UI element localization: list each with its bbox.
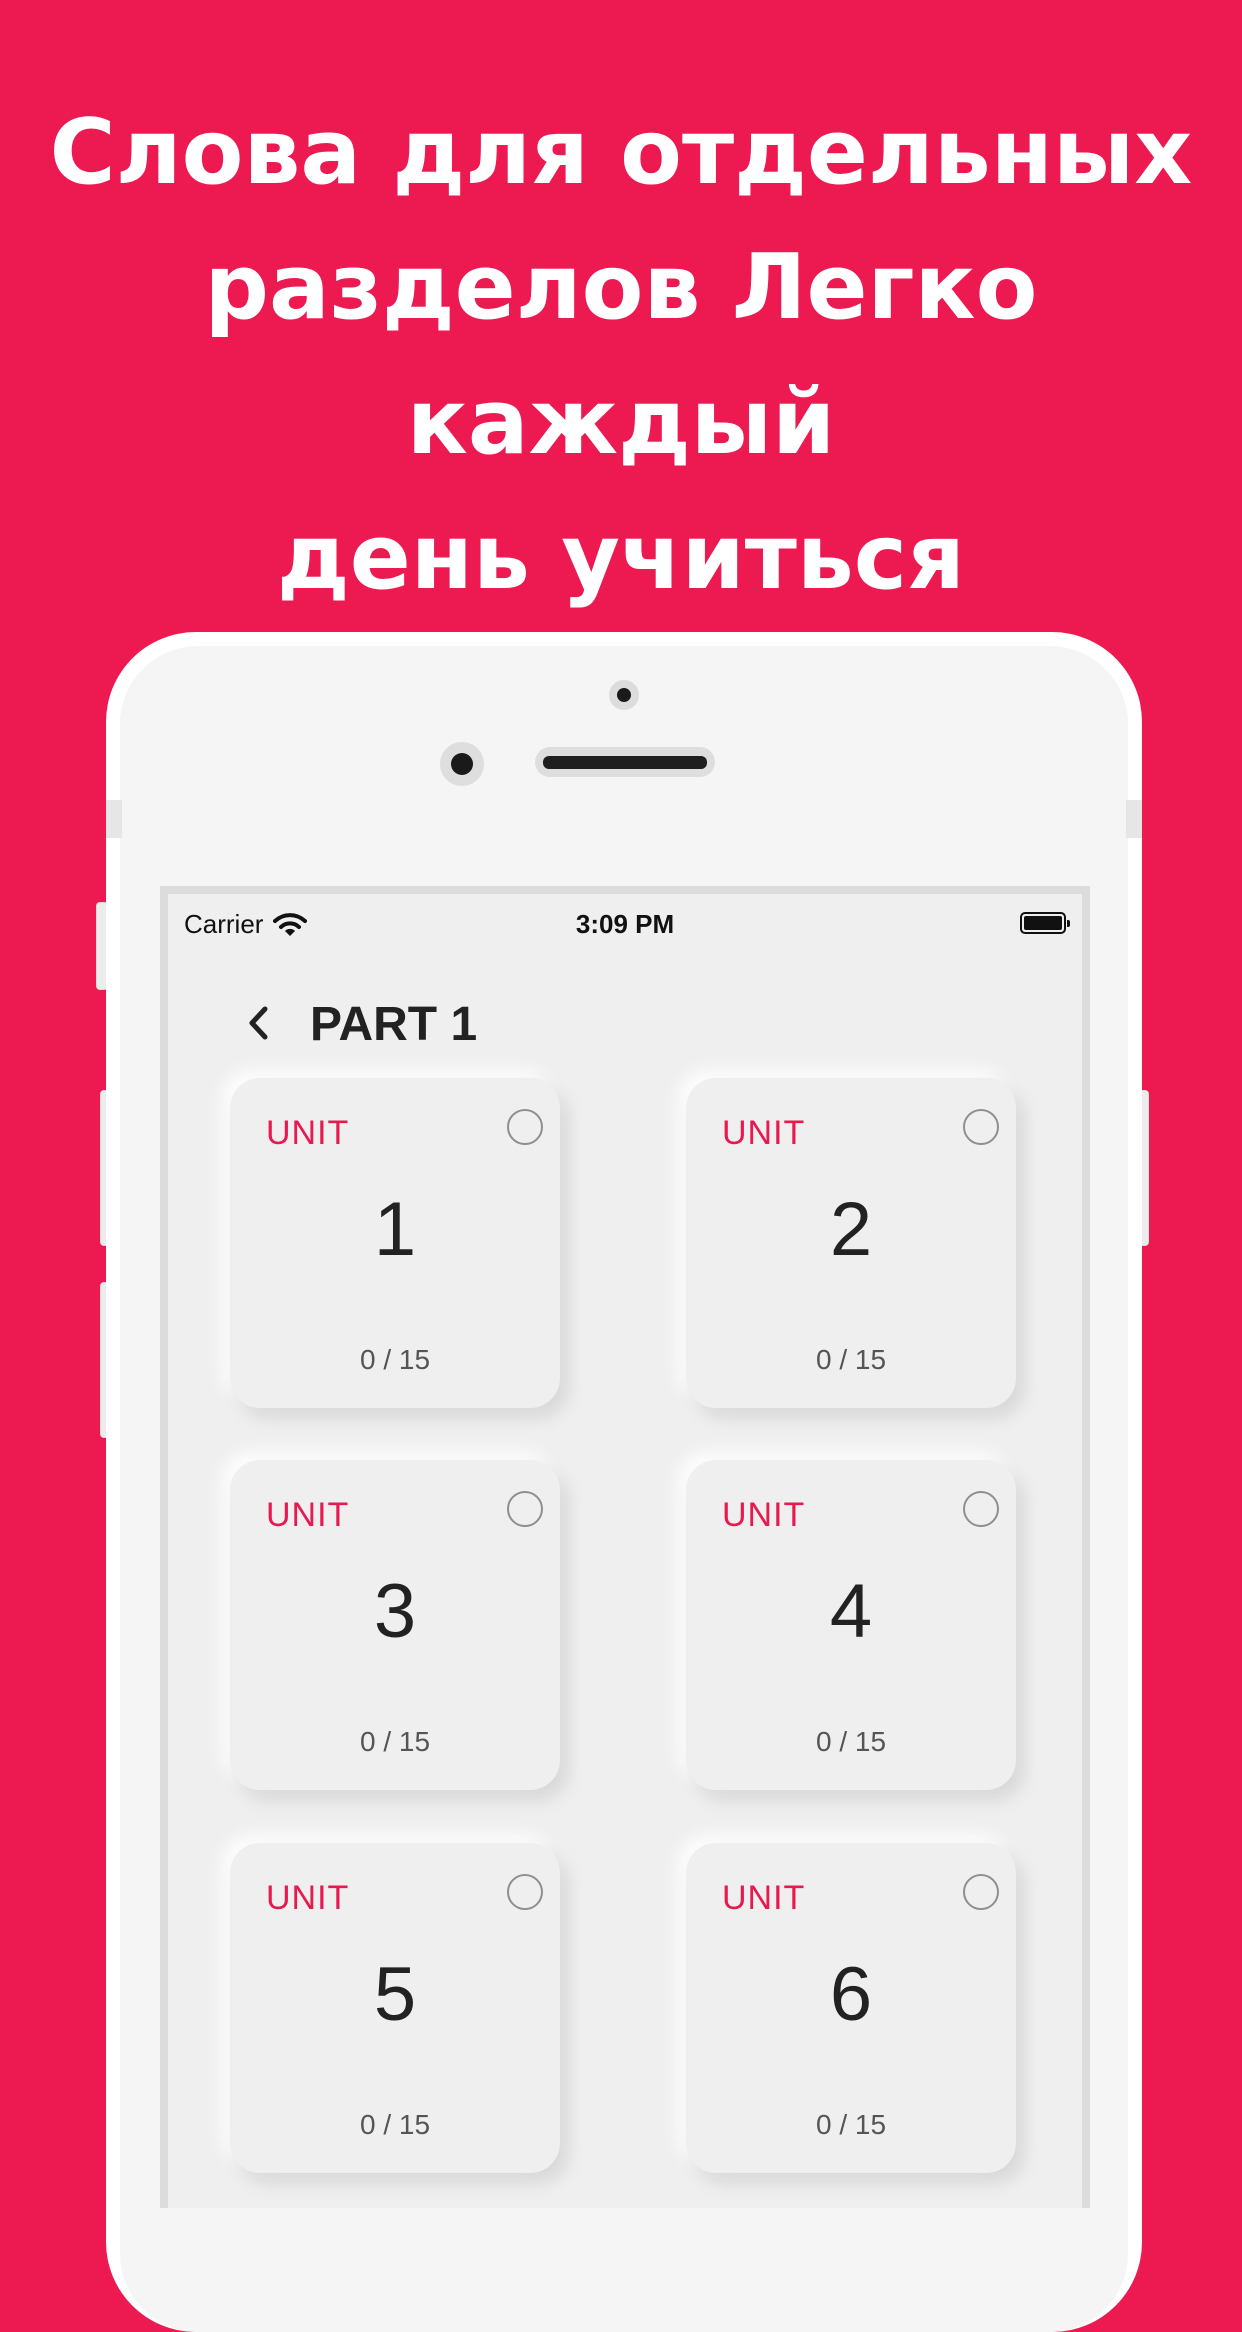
unit-card-3[interactable]: UNIT 3 0 / 15 — [230, 1460, 560, 1790]
nav-bar: PART 1 — [168, 989, 1082, 1059]
unit-number: 5 — [373, 1952, 417, 2037]
unit-label: UNIT — [266, 1496, 350, 1534]
page-title: PART 1 — [310, 998, 478, 1051]
unit-number: 3 — [373, 1569, 417, 1654]
front-camera-icon — [609, 680, 639, 710]
unit-progress: 0 / 15 — [815, 2109, 887, 2140]
unit-progress: 0 / 15 — [359, 2109, 431, 2140]
completion-circle-icon[interactable] — [507, 1109, 543, 1145]
unit-card-2[interactable]: UNIT 2 0 / 15 — [686, 1078, 1016, 1408]
completion-circle-icon[interactable] — [963, 1874, 999, 1910]
completion-circle-icon[interactable] — [963, 1109, 999, 1145]
promo-headline: Слова для отдельных разделов Легко кажды… — [40, 85, 1202, 625]
unit-number: 2 — [829, 1187, 873, 1272]
completion-circle-icon[interactable] — [963, 1491, 999, 1527]
completion-circle-icon[interactable] — [507, 1874, 543, 1910]
phone-screen: Carrier 3:09 PM PART 1 UNIT 1 0 / 15 UNI… — [160, 886, 1090, 2208]
unit-card-5[interactable]: UNIT 5 0 / 15 — [230, 1843, 560, 2173]
status-time: 3:09 PM — [575, 909, 675, 939]
unit-progress: 0 / 15 — [359, 1344, 431, 1375]
unit-card-1[interactable]: UNIT 1 0 / 15 — [230, 1078, 560, 1408]
unit-label: UNIT — [266, 1879, 350, 1917]
chevron-left-icon — [249, 1006, 268, 1040]
proximity-sensor-icon — [440, 742, 484, 786]
unit-label: UNIT — [266, 1114, 350, 1152]
unit-card-4[interactable]: UNIT 4 0 / 15 — [686, 1460, 1016, 1790]
unit-label: UNIT — [722, 1879, 806, 1917]
unit-number: 1 — [373, 1187, 417, 1272]
unit-progress: 0 / 15 — [815, 1344, 887, 1375]
completion-circle-icon[interactable] — [507, 1491, 543, 1527]
headline-line-2: разделов Легко каждый — [204, 235, 1038, 475]
back-button[interactable] — [236, 1001, 280, 1045]
phone-rim-left — [106, 800, 122, 838]
phone-rim-right — [1126, 800, 1142, 838]
unit-label: UNIT — [722, 1114, 806, 1152]
status-bar: Carrier 3:09 PM — [168, 894, 1082, 954]
unit-progress: 0 / 15 — [359, 1726, 431, 1757]
headline-line-1: Слова для отдельных — [49, 100, 1193, 205]
battery-icon — [1020, 912, 1070, 934]
earpiece-speaker-icon — [535, 747, 715, 777]
unit-label: UNIT — [722, 1496, 806, 1534]
unit-progress: 0 / 15 — [815, 1726, 887, 1757]
unit-number: 4 — [829, 1569, 873, 1654]
unit-card-6[interactable]: UNIT 6 0 / 15 — [686, 1843, 1016, 2173]
headline-line-3: день учиться — [277, 505, 965, 610]
unit-number: 6 — [829, 1952, 873, 2037]
